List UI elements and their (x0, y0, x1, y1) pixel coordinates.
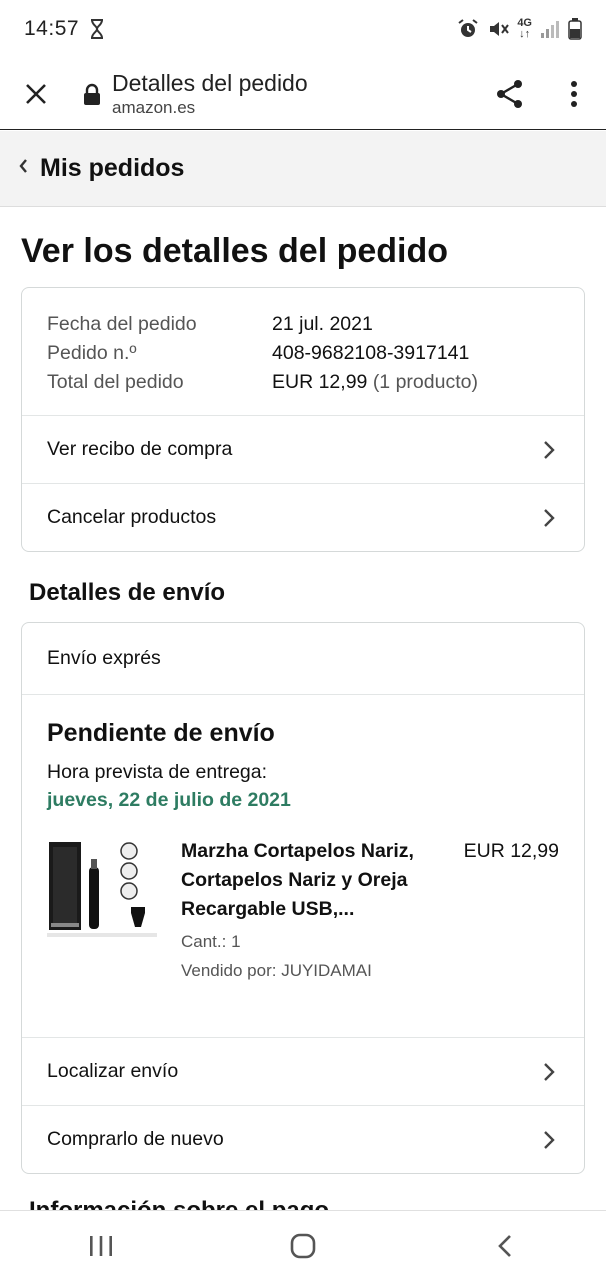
more-vert-icon[interactable] (542, 58, 606, 130)
alarm-icon (457, 18, 479, 40)
chevron-right-icon (539, 508, 559, 528)
mute-icon (487, 18, 510, 40)
cancel-items-link[interactable]: Cancelar productos (22, 483, 584, 551)
order-number-row: Pedido n.º 408-9682108-3917141 (47, 339, 559, 368)
eta-label: Hora prevista de entrega: (47, 761, 268, 783)
chevron-right-icon (539, 1062, 559, 1082)
order-summary-card: Fecha del pedido 21 jul. 2021 Pedido n.º… (21, 287, 585, 552)
system-nav-bar (0, 1210, 606, 1280)
page-heading: Ver los detalles del pedido (21, 232, 449, 270)
order-total-note: (1 producto) (372, 371, 478, 393)
battery-icon (568, 18, 582, 40)
page-title: Detalles del pedido (112, 69, 308, 96)
item-seller: Vendido por: JUYIDAMAI (181, 961, 372, 980)
lock-icon (72, 83, 112, 105)
status-bar: 14:57 4G ↓↑ (0, 0, 606, 58)
shipment-card: Envío exprés Pendiente de envío Hora pre… (21, 622, 585, 1174)
breadcrumb-label: Mis pedidos (40, 154, 185, 182)
main-content: Ver los detalles del pedido Fecha del pe… (0, 207, 606, 1210)
item-quantity: Cant.: 1 (181, 932, 241, 951)
product-image[interactable] (47, 837, 157, 937)
home-icon[interactable] (243, 1211, 363, 1280)
hourglass-icon (89, 19, 105, 39)
address-bar[interactable]: Detalles del pedido amazon.es (112, 69, 478, 119)
order-date-row: Fecha del pedido 21 jul. 2021 (47, 310, 559, 339)
chevron-right-icon (539, 1130, 559, 1150)
order-date-value: 21 jul. 2021 (272, 313, 373, 335)
signal-icon (540, 19, 560, 39)
item-name[interactable]: Marzha Cortapelos Nariz, Cortapelos Nari… (181, 837, 449, 924)
back-icon[interactable] (445, 1211, 565, 1280)
recents-icon[interactable] (41, 1211, 161, 1280)
shipping-method: Envío exprés (22, 623, 584, 695)
shipment-status: Pendiente de envío (47, 719, 275, 747)
status-icons: 4G ↓↑ (457, 18, 582, 40)
order-total-value: EUR 12,99 (1 producto) (272, 368, 478, 397)
view-receipt-label: Ver recibo de compra (47, 438, 233, 460)
breadcrumb[interactable]: Mis pedidos (0, 131, 606, 207)
chevron-left-icon (18, 158, 28, 179)
track-package-link[interactable]: Localizar envío (22, 1037, 584, 1105)
browser-toolbar: Detalles del pedido amazon.es (0, 58, 606, 130)
view-receipt-link[interactable]: Ver recibo de compra (22, 415, 584, 483)
close-icon[interactable] (0, 58, 72, 130)
eta-date: jueves, 22 de julio de 2021 (47, 789, 291, 811)
order-total-amount: EUR 12,99 (272, 371, 368, 393)
shipment-info: Pendiente de envío Hora prevista de entr… (22, 695, 584, 1037)
payment-info-heading: Información sobre el pago (29, 1196, 606, 1210)
order-item[interactable]: Marzha Cortapelos Nariz, Cortapelos Nari… (47, 837, 559, 1027)
cancel-items-label: Cancelar productos (47, 506, 217, 528)
page-domain: amazon.es (112, 97, 196, 117)
item-price: EUR 12,99 (463, 840, 559, 862)
buy-again-label: Comprarlo de nuevo (47, 1128, 224, 1150)
order-total-label: Total del pedido (47, 371, 184, 393)
order-number-label: Pedido n.º (47, 342, 137, 364)
order-date-label: Fecha del pedido (47, 313, 197, 335)
item-info: Marzha Cortapelos Nariz, Cortapelos Nari… (157, 837, 449, 985)
order-total-row: Total del pedido EUR 12,99 (1 producto) (47, 368, 559, 397)
status-time: 14:57 (24, 17, 80, 40)
buy-again-link[interactable]: Comprarlo de nuevo (22, 1105, 584, 1173)
order-number-value: 408-9682108-3917141 (272, 342, 470, 364)
track-package-label: Localizar envío (47, 1060, 179, 1082)
network-indicator: 4G ↓↑ (517, 17, 532, 40)
share-icon[interactable] (478, 58, 542, 130)
shipping-details-heading: Detalles de envío (29, 579, 226, 606)
order-summary: Fecha del pedido 21 jul. 2021 Pedido n.º… (22, 288, 584, 415)
chevron-right-icon (539, 440, 559, 460)
